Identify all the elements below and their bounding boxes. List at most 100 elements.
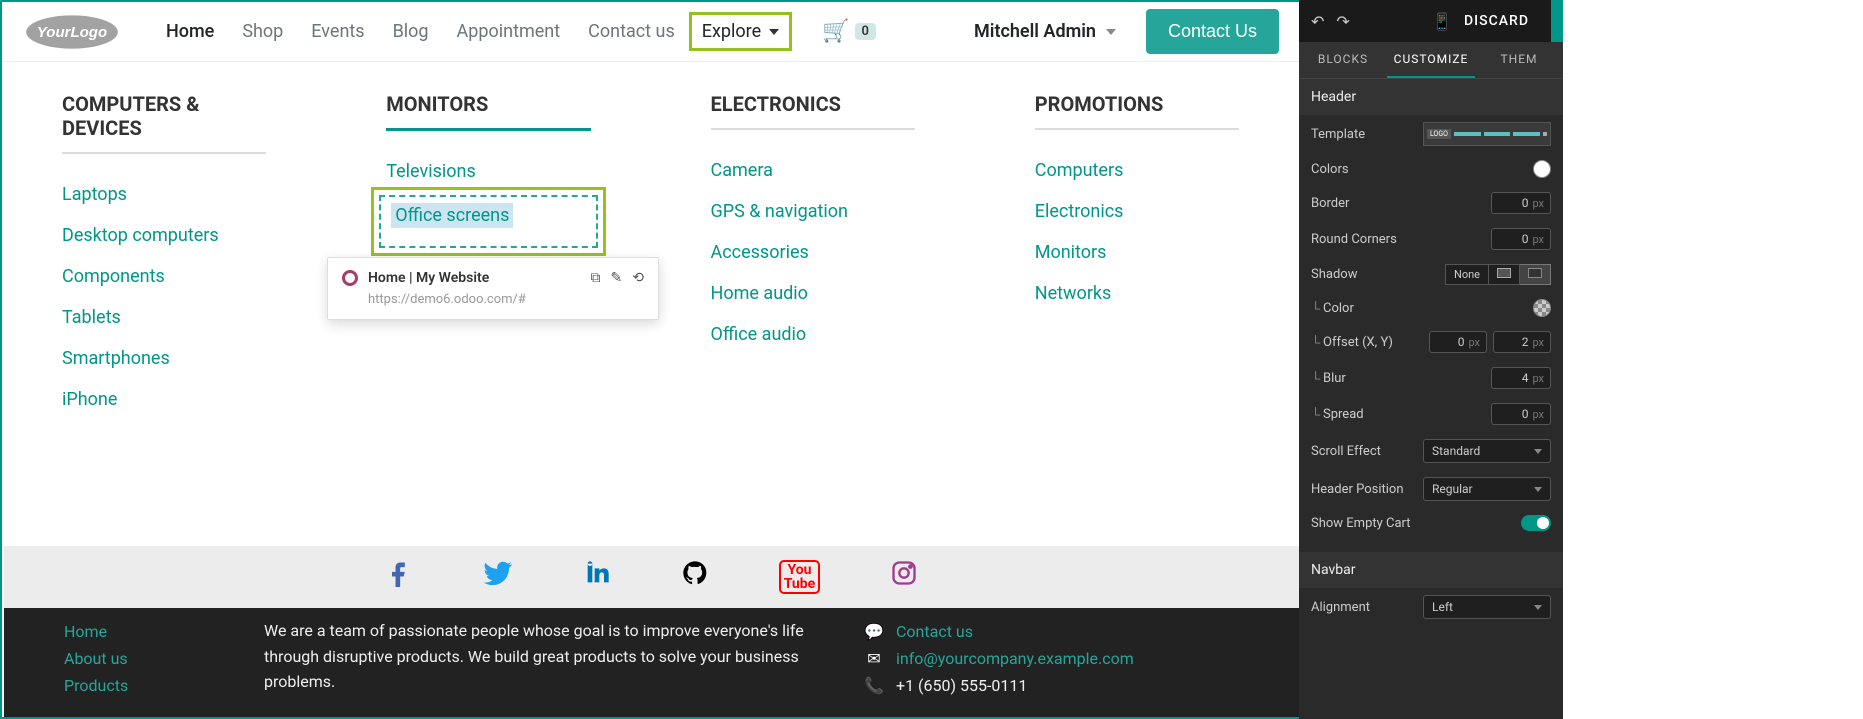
nav-explore-label: Explore [702,21,761,42]
copy-link-icon[interactable]: ⧉ [591,270,601,286]
github-icon[interactable] [681,559,709,595]
nav-shop[interactable]: Shop [228,11,297,52]
tab-blocks[interactable]: BLOCKS [1299,42,1387,78]
footer-email[interactable]: info@yourcompany.example.com [896,649,1134,668]
mega-col-computers: COMPUTERS & DEVICES Laptops Desktop comp… [62,92,266,420]
mega-link-promo-electronics[interactable]: Electronics [1035,191,1239,232]
nav-events[interactable]: Events [297,11,378,52]
nav-appointment[interactable]: Appointment [443,11,575,52]
footer-link-home[interactable]: Home [64,618,264,645]
mega-link-office-screens[interactable]: Office screens [391,203,513,228]
prop-blur-label: Blur [1311,371,1491,386]
shadow-outset-button[interactable] [1489,264,1520,285]
mega-col-title: ELECTRONICS [711,92,915,130]
scroll-effect-select[interactable]: Standard [1423,439,1551,463]
mega-col-title: MONITORS [386,92,590,131]
mega-link-iphone[interactable]: iPhone [62,379,266,420]
color-picker[interactable] [1533,160,1551,178]
shadow-inset-button[interactable] [1520,264,1551,285]
save-button-edge[interactable] [1551,0,1563,42]
facebook-icon[interactable] [385,559,413,595]
link-edit-popover: Home | My Website ⧉ ✎ ⟲ https://demo6.od… [327,257,659,320]
instagram-icon[interactable] [890,559,918,595]
mega-col-monitors: MONITORS Televisions Office screens [386,92,590,420]
svg-text:YourLogo: YourLogo [37,24,107,41]
user-menu[interactable]: Mitchell Admin [974,21,1116,42]
prop-colors-label: Colors [1311,162,1533,177]
footer-link-about[interactable]: About us [64,645,264,672]
site-logo[interactable]: YourLogo [22,12,122,52]
footer-about-text: We are a team of passionate people whose… [264,618,804,695]
undo-icon[interactable]: ↶ [1311,12,1324,31]
prop-alignment-label: Alignment [1311,600,1423,615]
nav-explore-dropdown[interactable]: Explore [689,12,792,51]
round-corners-input[interactable]: 0px [1491,228,1551,250]
popover-page-title: Home | My Website [368,270,591,286]
footer-phone: +1 (650) 555-0111 [896,676,1027,695]
show-empty-cart-toggle[interactable] [1521,515,1551,531]
offset-y-input[interactable]: 2px [1493,331,1551,353]
redo-icon[interactable]: ↷ [1336,12,1349,31]
youtube-icon[interactable]: YouTube [779,560,820,594]
site-footer: Home About us Products We are a team of … [4,608,1299,717]
mega-link-televisions[interactable]: Televisions [386,151,590,192]
prop-header-position-label: Header Position [1311,482,1423,497]
mega-col-title: COMPUTERS & DEVICES [62,92,266,154]
prop-show-empty-cart-label: Show Empty Cart [1311,516,1521,531]
prop-scroll-effect-label: Scroll Effect [1311,444,1423,459]
blur-input[interactable]: 4px [1491,367,1551,389]
editing-selection[interactable]: Office screens [379,195,597,248]
unlink-icon[interactable]: ⟲ [632,270,644,286]
nav-blog[interactable]: Blog [379,11,443,52]
mega-link-home-audio[interactable]: Home audio [711,273,915,314]
mega-link-tablets[interactable]: Tablets [62,297,266,338]
discard-button[interactable]: DISCARD [1464,13,1529,29]
edit-link-icon[interactable]: ✎ [611,270,623,286]
template-logo-chip: LOGO [1427,129,1451,139]
alignment-select[interactable]: Left [1423,595,1551,619]
social-icons-strip: YouTube [4,546,1299,608]
linkedin-icon[interactable] [583,559,611,595]
popover-url: https://demo6.odoo.com/# [368,292,644,307]
phone-icon: 📞 [864,676,884,695]
envelope-icon: ✉ [864,649,884,668]
footer-link-products[interactable]: Products [64,672,264,699]
mega-link-smartphones[interactable]: Smartphones [62,338,266,379]
prop-offset-label: Offset (X, Y) [1311,335,1429,350]
nav-contact[interactable]: Contact us [574,11,689,52]
editor-tabs: BLOCKS CUSTOMIZE THEM [1299,42,1563,79]
prop-spread-label: Spread [1311,407,1491,422]
offset-x-input[interactable]: 0px [1429,331,1487,353]
tab-customize[interactable]: CUSTOMIZE [1387,42,1475,78]
footer-contact-link[interactable]: Contact us [896,622,973,641]
mega-link-promo-computers[interactable]: Computers [1035,150,1239,191]
mobile-preview-icon[interactable]: 📱 [1432,12,1452,31]
user-name: Mitchell Admin [974,21,1096,42]
mega-link-promo-monitors[interactable]: Monitors [1035,232,1239,273]
header-position-select[interactable]: Regular [1423,477,1551,501]
twitter-icon[interactable] [483,558,513,596]
cart-count-badge: 0 [855,23,876,40]
cart-icon: 🛒 [822,19,849,44]
template-selector[interactable]: LOGO [1423,122,1551,146]
top-navbar: YourLogo Home Shop Events Blog Appointme… [2,2,1299,62]
selected-link-highlight: Office screens [371,187,605,256]
tab-theme[interactable]: THEM [1475,42,1563,78]
shadow-color-picker[interactable] [1533,299,1551,317]
mega-link-promo-networks[interactable]: Networks [1035,273,1239,314]
prop-template-label: Template [1311,127,1423,142]
mega-link-office-audio[interactable]: Office audio [711,314,915,355]
contact-us-button[interactable]: Contact Us [1146,9,1279,54]
nav-home[interactable]: Home [152,11,228,52]
shadow-none-button[interactable]: None [1445,264,1489,285]
mega-link-gps[interactable]: GPS & navigation [711,191,915,232]
mega-link-desktop[interactable]: Desktop computers [62,215,266,256]
border-input[interactable]: 0px [1491,192,1551,214]
mega-link-components[interactable]: Components [62,256,266,297]
spread-input[interactable]: 0px [1491,403,1551,425]
mega-link-accessories[interactable]: Accessories [711,232,915,273]
mega-link-laptops[interactable]: Laptops [62,174,266,215]
cart-button[interactable]: 🛒 0 [822,19,876,44]
footer-useful-links: Home About us Products [64,618,264,707]
mega-link-camera[interactable]: Camera [711,150,915,191]
